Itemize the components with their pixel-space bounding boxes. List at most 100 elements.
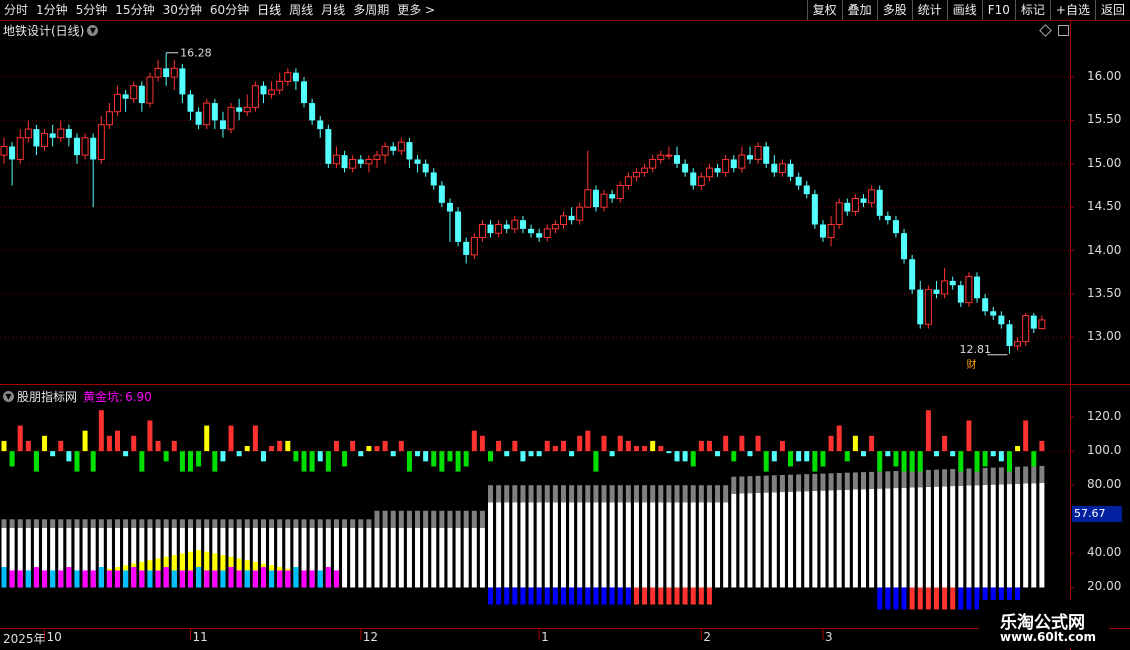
signal-bar	[366, 446, 372, 452]
candle-body	[179, 68, 186, 95]
signal-bar	[658, 446, 664, 452]
lower-bar	[252, 570, 258, 588]
candle-body	[341, 155, 348, 169]
candle-body	[211, 103, 218, 121]
signal-bar	[285, 440, 291, 452]
signal-bar	[301, 451, 307, 472]
gray-bar	[366, 519, 372, 528]
gray-bar	[796, 474, 802, 492]
yellow-bar	[277, 567, 283, 571]
negative-bar	[609, 587, 615, 605]
signal-bar	[333, 440, 339, 452]
gray-bar	[187, 519, 193, 528]
lower-bar	[106, 570, 112, 588]
signal-bar	[731, 451, 737, 462]
gray-bar	[788, 474, 794, 492]
gray-bar	[204, 519, 210, 528]
gray-bar	[609, 485, 615, 503]
candle-body	[332, 154, 340, 165]
price-tick-label: 16.00	[1087, 69, 1122, 84]
signal-bar	[406, 451, 412, 472]
signal-bar	[577, 435, 583, 452]
candle-body	[1006, 324, 1013, 346]
gray-bar	[455, 510, 461, 528]
negative-bar	[496, 587, 502, 605]
signal-bar	[488, 451, 494, 462]
gray-bar	[625, 485, 631, 503]
gray-bar	[333, 519, 339, 528]
lower-bar	[236, 570, 242, 588]
signal-bar	[585, 430, 591, 452]
signal-bar	[747, 451, 753, 457]
signal-bar	[601, 435, 607, 452]
lower-bar	[131, 567, 137, 588]
candle-body	[9, 146, 16, 160]
white-bar	[690, 502, 696, 588]
white-bar	[698, 502, 704, 588]
gray-bar	[820, 473, 826, 491]
white-bar	[585, 502, 591, 588]
white-bar	[650, 502, 656, 588]
gray-bar	[17, 519, 23, 528]
white-bar	[788, 491, 794, 588]
signal-bar	[415, 451, 421, 457]
gray-bar	[836, 473, 842, 491]
signal-bar	[593, 451, 599, 472]
gray-bar	[115, 519, 121, 528]
signal-bar	[212, 451, 218, 472]
yellow-bar	[106, 568, 112, 571]
chart-canvas[interactable]: 16.28 12.81 财	[0, 0, 1130, 650]
gray-bar	[131, 519, 137, 528]
candle-body	[763, 146, 770, 164]
gray-bar	[374, 510, 380, 528]
white-bar	[479, 527, 485, 588]
signal-bar	[33, 451, 39, 472]
gray-bar	[715, 485, 721, 503]
gray-bar	[1015, 466, 1021, 484]
candle-body	[778, 163, 786, 173]
signal-bar	[350, 440, 356, 452]
gray-bar	[642, 485, 648, 503]
signal-bar	[131, 435, 137, 452]
white-bar	[625, 502, 631, 588]
gray-bar	[917, 470, 923, 488]
gray-bar	[269, 519, 275, 528]
negative-bar	[560, 587, 566, 605]
yellow-bar	[220, 555, 226, 571]
white-bar	[885, 488, 891, 588]
gray-bar	[98, 519, 104, 528]
candle-body	[203, 102, 211, 126]
gray-bar	[755, 475, 761, 493]
white-bar	[966, 485, 972, 588]
candle-body	[49, 133, 56, 138]
candle-body	[974, 276, 981, 299]
candle-body	[455, 211, 462, 242]
gray-bar	[471, 510, 477, 528]
signal-bar	[139, 451, 145, 472]
negative-bar	[544, 587, 550, 605]
candle-body	[478, 224, 486, 239]
lower-bar	[293, 567, 299, 588]
gray-bar	[350, 519, 356, 528]
gray-bar	[585, 485, 591, 503]
gray-bar	[431, 510, 437, 528]
yellow-bar	[171, 555, 177, 571]
signal-bar	[536, 451, 542, 457]
gray-bar	[593, 485, 599, 503]
white-bar	[520, 502, 526, 588]
signal-bar	[90, 451, 96, 472]
signal-bar	[82, 430, 88, 452]
white-bar	[496, 502, 502, 588]
gray-bar	[982, 467, 988, 485]
signal-bar	[609, 451, 615, 457]
lower-bar	[301, 570, 307, 588]
candle-body	[609, 194, 616, 199]
lower-bar	[66, 567, 72, 588]
signal-bar	[398, 440, 404, 452]
candle-body	[674, 155, 681, 164]
signal-bar	[869, 435, 875, 452]
signal-bar	[50, 451, 56, 457]
signal-bar	[633, 446, 639, 452]
signal-bar	[220, 451, 226, 462]
candle-body	[600, 193, 608, 208]
